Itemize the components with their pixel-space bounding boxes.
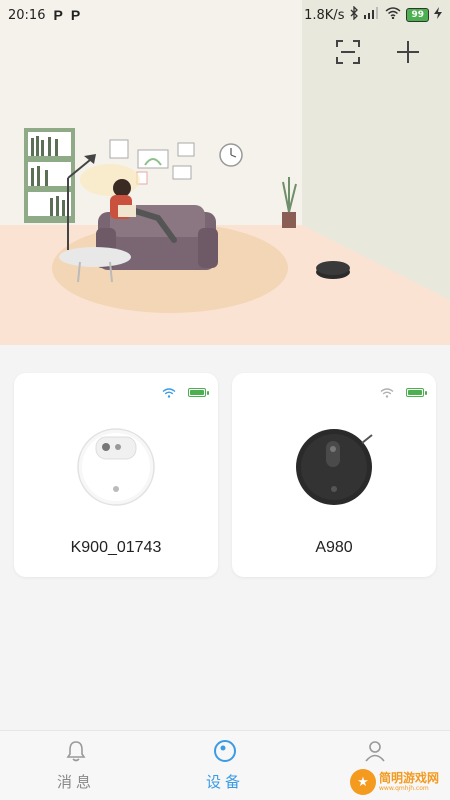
bluetooth-icon — [349, 5, 359, 24]
device-card[interactable]: K900_01743 — [14, 373, 218, 577]
device-list: K900_01743 A980 — [0, 345, 450, 730]
wifi-icon — [385, 7, 401, 23]
robot-vacuum-image — [77, 428, 155, 506]
add-icon — [397, 41, 419, 63]
robot-vacuum-image — [296, 429, 373, 505]
add-device-button[interactable] — [392, 36, 424, 68]
net-speed: 1.8K/s — [304, 7, 345, 23]
device-name: A980 — [315, 539, 353, 556]
p-app-icon: P — [70, 7, 81, 23]
battery-indicator: 99 — [406, 8, 429, 22]
watermark: ★ 简明游戏网 www.qmhjh.com — [350, 768, 446, 796]
watermark-text: 简明游戏网 — [379, 771, 440, 785]
user-icon — [365, 741, 385, 762]
charging-icon — [434, 7, 442, 23]
tab-devices[interactable]: 设备 — [185, 739, 265, 792]
tab-label: 消息 — [56, 773, 95, 791]
watermark-url: www.qmhjh.com — [379, 785, 429, 792]
device-icon — [214, 740, 236, 762]
device-name: K900_01743 — [70, 539, 162, 556]
scan-button[interactable] — [332, 36, 364, 68]
living-room-illustration — [0, 0, 450, 345]
device-status — [380, 383, 427, 402]
status-bar: 20:16 P P 1.8K/s 99 — [0, 0, 450, 30]
tab-profile[interactable] — [335, 739, 415, 771]
tab-messages[interactable]: 消息 — [36, 739, 116, 792]
battery-icon — [188, 388, 209, 397]
battery-icon — [406, 388, 427, 397]
tab-label: 设备 — [205, 773, 244, 791]
wifi-icon — [162, 383, 176, 402]
watermark-logo-icon: ★ — [350, 769, 376, 795]
wifi-icon — [380, 383, 394, 402]
p-app-icon: P — [53, 7, 63, 23]
hero-illustration — [0, 0, 450, 345]
status-time: 20:16 — [8, 7, 46, 23]
signal-icon — [364, 7, 380, 23]
scan-icon — [336, 40, 360, 64]
bell-icon — [66, 741, 86, 762]
device-status — [162, 383, 209, 402]
device-card[interactable]: A980 — [232, 373, 436, 577]
